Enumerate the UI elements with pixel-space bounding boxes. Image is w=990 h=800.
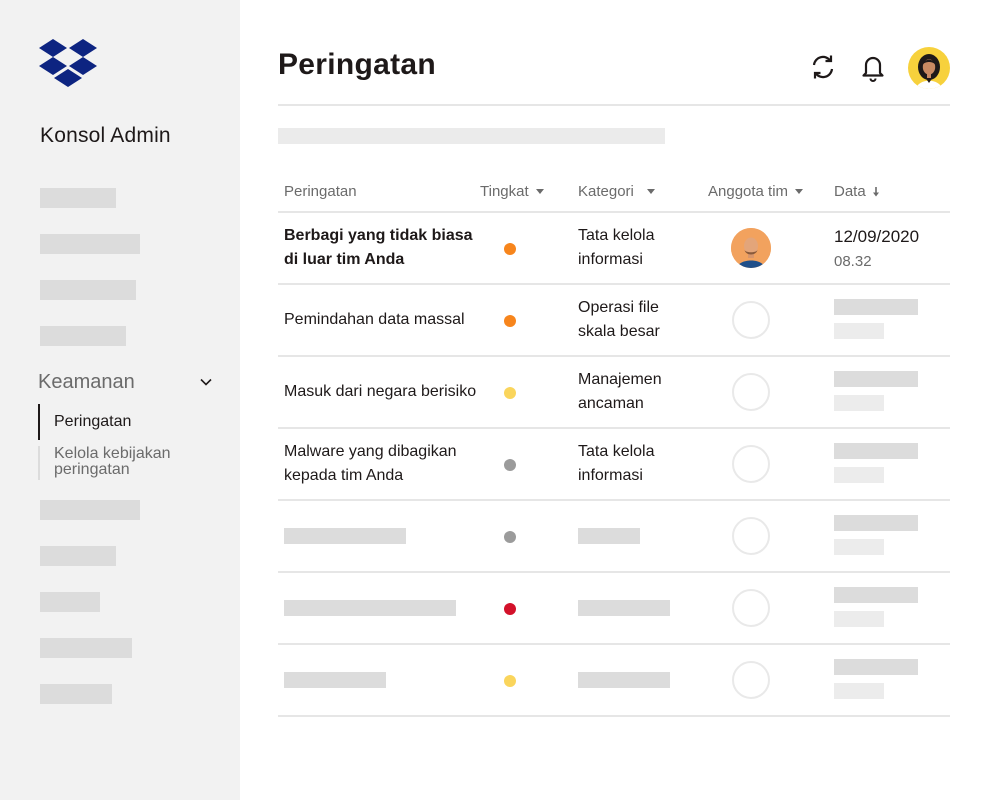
chevron-down-icon (200, 378, 212, 386)
time-placeholder (834, 539, 884, 555)
column-header-label: Peringatan (284, 183, 357, 200)
subnav-item-manage-alert-policies[interactable]: Kelola kebijakan peringatan (38, 446, 228, 480)
date-placeholder (834, 299, 918, 315)
alert-time: 08.32 (834, 253, 872, 270)
alert-category: Tata kelola informasi (578, 443, 655, 484)
table-header: Peringatan Tingkat Kategori Anggota tim … (278, 170, 950, 213)
team-member-placeholder[interactable] (732, 373, 770, 411)
team-member-placeholder[interactable] (732, 445, 770, 483)
sidebar: Konsol Admin Keamanan Peringatan Kelola … (0, 0, 240, 800)
column-header-category[interactable]: Kategori (578, 183, 655, 200)
column-header-alert[interactable]: Peringatan (284, 183, 357, 200)
category-placeholder (578, 528, 640, 544)
console-title: Konsol Admin (40, 124, 171, 147)
team-member-placeholder[interactable] (732, 589, 770, 627)
subnav-item-alerts[interactable]: Peringatan (38, 404, 228, 440)
caret-down-icon (535, 188, 544, 194)
dropbox-logo-icon[interactable] (38, 38, 98, 90)
level-indicator (504, 675, 516, 687)
table-row[interactable] (278, 573, 950, 645)
sort-arrow-down-icon (872, 186, 879, 196)
column-header-label: Tingkat (480, 183, 529, 200)
column-header-team-member[interactable]: Anggota tim (708, 183, 804, 200)
alert-name-placeholder (284, 528, 406, 544)
caret-down-icon (646, 188, 655, 194)
caret-down-icon (795, 188, 804, 194)
level-indicator (504, 243, 516, 255)
table-row[interactable] (278, 645, 950, 717)
team-member-avatar[interactable] (731, 228, 771, 268)
team-member-placeholder[interactable] (732, 661, 770, 699)
column-header-label: Data (834, 183, 866, 200)
nav-item-placeholder[interactable] (40, 592, 100, 612)
alert-category: Tata kelola informasi (578, 227, 655, 268)
level-indicator (504, 459, 516, 471)
team-member-placeholder[interactable] (732, 517, 770, 555)
column-header-label: Kategori (578, 183, 634, 200)
column-header-level[interactable]: Tingkat (480, 183, 544, 200)
nav-section-security[interactable]: Keamanan (38, 368, 228, 396)
date-placeholder (834, 587, 918, 603)
table-row[interactable]: Malware yang dibagikan kepada tim Anda T… (278, 429, 950, 501)
user-portrait-icon (916, 54, 942, 89)
time-placeholder (834, 467, 884, 483)
time-placeholder (834, 611, 884, 627)
nav-item-placeholder[interactable] (40, 500, 140, 520)
refresh-icon[interactable] (808, 52, 838, 82)
alert-category: Manajemen ancaman (578, 371, 662, 412)
alert-name-placeholder (284, 600, 456, 616)
date-placeholder (834, 371, 918, 387)
category-placeholder (578, 600, 670, 616)
table-row[interactable]: Pemindahan data massal Operasi file skal… (278, 285, 950, 357)
nav-item-placeholder[interactable] (40, 638, 132, 658)
alert-name: Malware yang dibagikan kepada tim Anda (284, 443, 457, 484)
security-subnav: Peringatan Kelola kebijakan peringatan (38, 404, 228, 480)
level-indicator (504, 387, 516, 399)
alerts-table: Peringatan Tingkat Kategori Anggota tim … (278, 170, 950, 717)
level-indicator (504, 531, 516, 543)
column-header-label: Anggota tim (708, 183, 789, 200)
category-placeholder (578, 672, 670, 688)
header-divider (278, 104, 950, 106)
time-placeholder (834, 395, 884, 411)
table-row[interactable]: Berbagi yang tidak biasa di luar tim And… (278, 213, 950, 285)
alert-category: Operasi file skala besar (578, 299, 660, 340)
member-portrait-icon (731, 228, 771, 268)
time-placeholder (834, 683, 884, 699)
level-indicator (504, 603, 516, 615)
alert-date: 12/09/2020 (834, 227, 920, 246)
nav-item-placeholder[interactable] (40, 280, 136, 300)
nav-item-placeholder[interactable] (40, 326, 126, 346)
column-header-date[interactable]: Data (834, 183, 880, 200)
date-placeholder (834, 443, 918, 459)
nav-section-label: Keamanan (38, 370, 135, 393)
level-indicator (504, 315, 516, 327)
nav-item-placeholder[interactable] (40, 546, 116, 566)
alert-name: Pemindahan data massal (284, 311, 465, 328)
date-placeholder (834, 659, 918, 675)
team-member-placeholder[interactable] (732, 301, 770, 339)
time-placeholder (834, 323, 884, 339)
date-placeholder (834, 515, 918, 531)
nav-item-placeholder[interactable] (40, 234, 140, 254)
page-title: Peringatan (278, 48, 437, 81)
nav-item-placeholder[interactable] (40, 684, 112, 704)
table-row[interactable]: Masuk dari negara berisiko Manajemen anc… (278, 357, 950, 429)
description-placeholder (278, 128, 665, 144)
bell-icon[interactable] (858, 52, 888, 82)
alert-name-placeholder (284, 672, 386, 688)
table-row[interactable] (278, 501, 950, 573)
alert-name: Masuk dari negara berisiko (284, 383, 477, 400)
nav-item-placeholder[interactable] (40, 188, 116, 208)
user-avatar[interactable] (908, 47, 950, 89)
alert-name: Berbagi yang tidak biasa di luar tim And… (284, 227, 473, 268)
